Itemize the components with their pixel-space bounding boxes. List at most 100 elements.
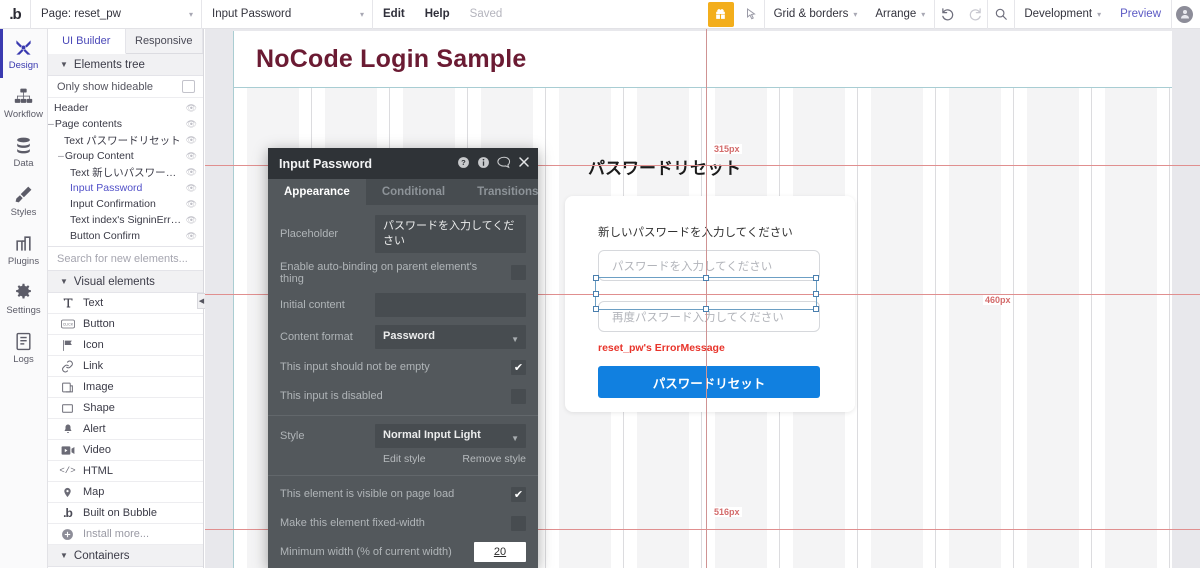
- gift-icon[interactable]: [707, 1, 734, 27]
- property-editor-titlebar[interactable]: Input Password ?: [268, 148, 538, 179]
- tab-appearance[interactable]: Appearance: [268, 179, 366, 205]
- eye-icon[interactable]: 👁: [182, 119, 197, 130]
- visible-on-load-checkbox[interactable]: ✔: [511, 486, 526, 502]
- element-item-map[interactable]: Map: [48, 482, 203, 503]
- plugins-icon: [14, 232, 33, 254]
- collapse-panel-icon[interactable]: ◀: [197, 293, 205, 309]
- edit-menu[interactable]: Edit: [373, 0, 415, 29]
- eye-icon[interactable]: 👁: [182, 231, 197, 242]
- element-item-icon[interactable]: Icon: [48, 335, 203, 356]
- element-item-install-more[interactable]: Install more...: [48, 524, 203, 545]
- placeholder-input[interactable]: パスワードを入力してください: [375, 215, 526, 253]
- element-item-video[interactable]: Video: [48, 440, 203, 461]
- arrange-menu[interactable]: Arrange ▾: [866, 0, 934, 29]
- video-icon: [60, 445, 75, 456]
- rail-item-settings[interactable]: Settings: [0, 274, 47, 323]
- tree-expander-icon[interactable]: –: [58, 150, 64, 162]
- help-menu[interactable]: Help: [415, 0, 460, 29]
- arrange-label: Arrange: [875, 8, 917, 20]
- close-icon[interactable]: [518, 156, 530, 171]
- search-icon[interactable]: [988, 0, 1014, 29]
- tree-node-page-contents[interactable]: – Page contents 👁: [48, 116, 203, 132]
- element-select[interactable]: Input Password ▾: [202, 0, 372, 29]
- tab-responsive[interactable]: Responsive: [125, 29, 203, 53]
- tree-node-input-confirmation[interactable]: Input Confirmation 👁: [48, 196, 203, 212]
- element-item-alert[interactable]: Alert: [48, 419, 203, 440]
- page-heading-text[interactable]: パスワードリセット: [588, 154, 741, 179]
- tree-expander-icon[interactable]: –: [48, 118, 54, 130]
- style-select[interactable]: Normal Input Light ▼: [375, 423, 526, 448]
- disabled-checkbox[interactable]: [511, 388, 526, 404]
- autobinding-checkbox[interactable]: [511, 265, 526, 281]
- eye-icon[interactable]: 👁: [182, 183, 197, 194]
- element-item-button[interactable]: CLICK Button: [48, 314, 203, 335]
- link-icon: [60, 360, 75, 373]
- search-new-elements-input[interactable]: Search for new elements...: [48, 247, 203, 271]
- only-show-hideable-row[interactable]: Only show hideable: [48, 76, 203, 98]
- rail-item-design[interactable]: Design: [0, 29, 47, 78]
- eye-icon[interactable]: 👁: [182, 167, 197, 178]
- tree-node-text-password-reset[interactable]: Text パスワードリセット 👁: [48, 132, 203, 148]
- containers-header[interactable]: ▼ Containers: [48, 545, 203, 567]
- bubble-logo-icon[interactable]: .b: [0, 0, 30, 29]
- eye-icon[interactable]: 👁: [182, 103, 197, 114]
- group-content-card[interactable]: 新しいパスワードを入力してください パスワードを入力してください 再度パスワード…: [565, 196, 855, 412]
- page-header-band[interactable]: NoCode Login Sample: [234, 31, 1172, 88]
- redo-icon[interactable]: [961, 0, 987, 29]
- rail-item-plugins[interactable]: Plugins: [0, 225, 47, 274]
- not-empty-checkbox[interactable]: ✔: [511, 359, 526, 375]
- tree-node-input-password[interactable]: Input Password 👁: [48, 180, 203, 196]
- eye-icon[interactable]: 👁: [182, 151, 197, 162]
- tree-node-text-signin-error[interactable]: Text index's SigninError... 👁: [48, 212, 203, 228]
- eye-icon[interactable]: 👁: [182, 215, 197, 226]
- preview-button[interactable]: Preview: [1110, 8, 1171, 20]
- not-empty-label: This input should not be empty: [280, 361, 430, 374]
- row-visible-on-load: This element is visible on page load ✔: [268, 480, 538, 509]
- rail-item-workflow[interactable]: Workflow: [0, 78, 47, 127]
- submit-button[interactable]: パスワードリセット: [598, 366, 820, 398]
- element-item-text[interactable]: Text: [48, 293, 203, 314]
- comment-icon[interactable]: [497, 156, 511, 172]
- left-rail: Design Workflow Data Styles Plugins Sett…: [0, 29, 48, 568]
- only-show-hideable-checkbox[interactable]: [182, 80, 195, 93]
- input-confirmation-field[interactable]: 再度パスワード入力してください: [598, 301, 820, 332]
- eye-icon[interactable]: 👁: [182, 135, 197, 146]
- visual-elements-header[interactable]: ▼ Visual elements: [48, 271, 203, 293]
- tree-node-button-confirm[interactable]: Button Confirm 👁: [48, 228, 203, 244]
- content-format-select[interactable]: Password ▼: [375, 324, 526, 349]
- edit-style-link[interactable]: Edit style: [383, 453, 426, 465]
- chevron-down-icon: ▾: [188, 9, 193, 19]
- help-circle-icon[interactable]: ?: [457, 156, 470, 172]
- element-item-html[interactable]: </> HTML: [48, 461, 203, 482]
- element-item-built-on-bubble[interactable]: .b Built on Bubble: [48, 503, 203, 524]
- tree-node-text-new-password[interactable]: Text 新しいパスワード... 👁: [48, 164, 203, 180]
- cursor-icon[interactable]: [738, 7, 764, 21]
- input-password-field[interactable]: パスワードを入力してください: [598, 250, 820, 281]
- tree-node-header[interactable]: Header 👁: [48, 100, 203, 116]
- rail-item-logs[interactable]: Logs: [0, 323, 47, 372]
- element-item-link[interactable]: Link: [48, 356, 203, 377]
- undo-icon[interactable]: [935, 0, 961, 29]
- grid-borders-menu[interactable]: Grid & borders ▾: [765, 0, 867, 29]
- initial-content-input[interactable]: [375, 292, 526, 317]
- version-select[interactable]: Development ▾: [1015, 0, 1110, 29]
- rail-item-styles[interactable]: Styles: [0, 176, 47, 225]
- avatar[interactable]: [1176, 5, 1193, 23]
- element-item-label: Video: [83, 444, 111, 456]
- info-icon[interactable]: [477, 156, 490, 172]
- fixed-width-checkbox[interactable]: [511, 515, 526, 531]
- rail-item-data[interactable]: Data: [0, 127, 47, 176]
- property-editor[interactable]: Input Password ? Appearance Conditional …: [268, 148, 538, 568]
- remove-style-link[interactable]: Remove style: [462, 453, 526, 465]
- min-width-input[interactable]: 20: [474, 542, 526, 563]
- tab-transitions[interactable]: Transitions: [461, 179, 538, 205]
- tree-node-group-content[interactable]: – Group Content 👁: [48, 148, 203, 164]
- eye-icon[interactable]: 👁: [182, 199, 197, 210]
- tab-ui-builder[interactable]: UI Builder: [48, 29, 126, 54]
- tab-conditional[interactable]: Conditional: [366, 179, 461, 205]
- element-item-label: Link: [83, 360, 104, 372]
- element-item-shape[interactable]: Shape: [48, 398, 203, 419]
- element-item-image[interactable]: Image: [48, 377, 203, 398]
- page-select[interactable]: Page: reset_pw ▾: [31, 0, 201, 29]
- elements-tree-header[interactable]: ▼ Elements tree: [48, 54, 203, 76]
